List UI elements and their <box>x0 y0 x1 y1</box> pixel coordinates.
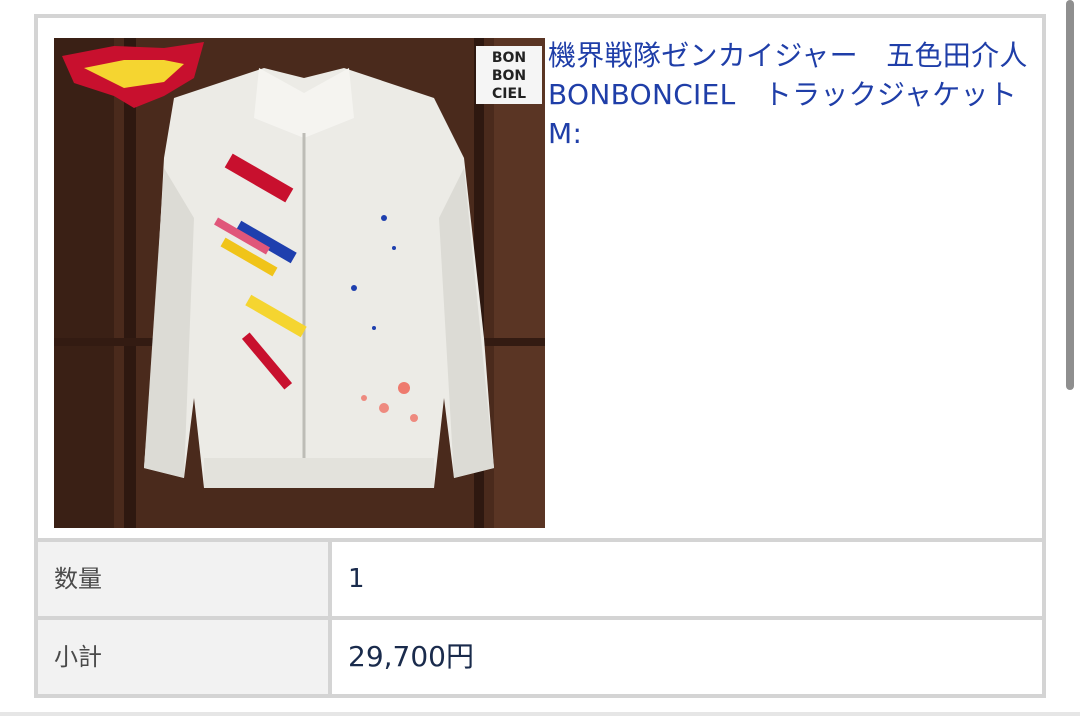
quantity-value: 1 <box>332 542 1042 616</box>
product-title-link[interactable]: 機界戦隊ゼンカイジャー 五色田介人 BONBONCIEL トラックジャケット M… <box>548 36 1034 153</box>
svg-text:CIEL: CIEL <box>492 86 526 102</box>
scrollbar[interactable] <box>1066 0 1074 390</box>
jacket-photo: BON BON CIEL <box>54 38 545 528</box>
quantity-row: 数量 1 <box>38 542 1042 616</box>
subtotal-label: 小計 <box>38 620 328 694</box>
subtotal-value: 29,700円 <box>332 620 1042 694</box>
quantity-label: 数量 <box>38 542 328 616</box>
cart-item-table: BON BON CIEL 機界戦隊ゼンカイジャー 五色田介人 BONBONCIE… <box>34 14 1046 698</box>
svg-text:BON: BON <box>492 50 526 66</box>
svg-text:BON: BON <box>492 68 526 84</box>
subtotal-row: 小計 29,700円 <box>38 620 1042 694</box>
product-image[interactable]: BON BON CIEL <box>54 38 545 528</box>
bottom-divider <box>0 712 1080 716</box>
product-cell: BON BON CIEL 機界戦隊ゼンカイジャー 五色田介人 BONBONCIE… <box>38 18 1042 538</box>
